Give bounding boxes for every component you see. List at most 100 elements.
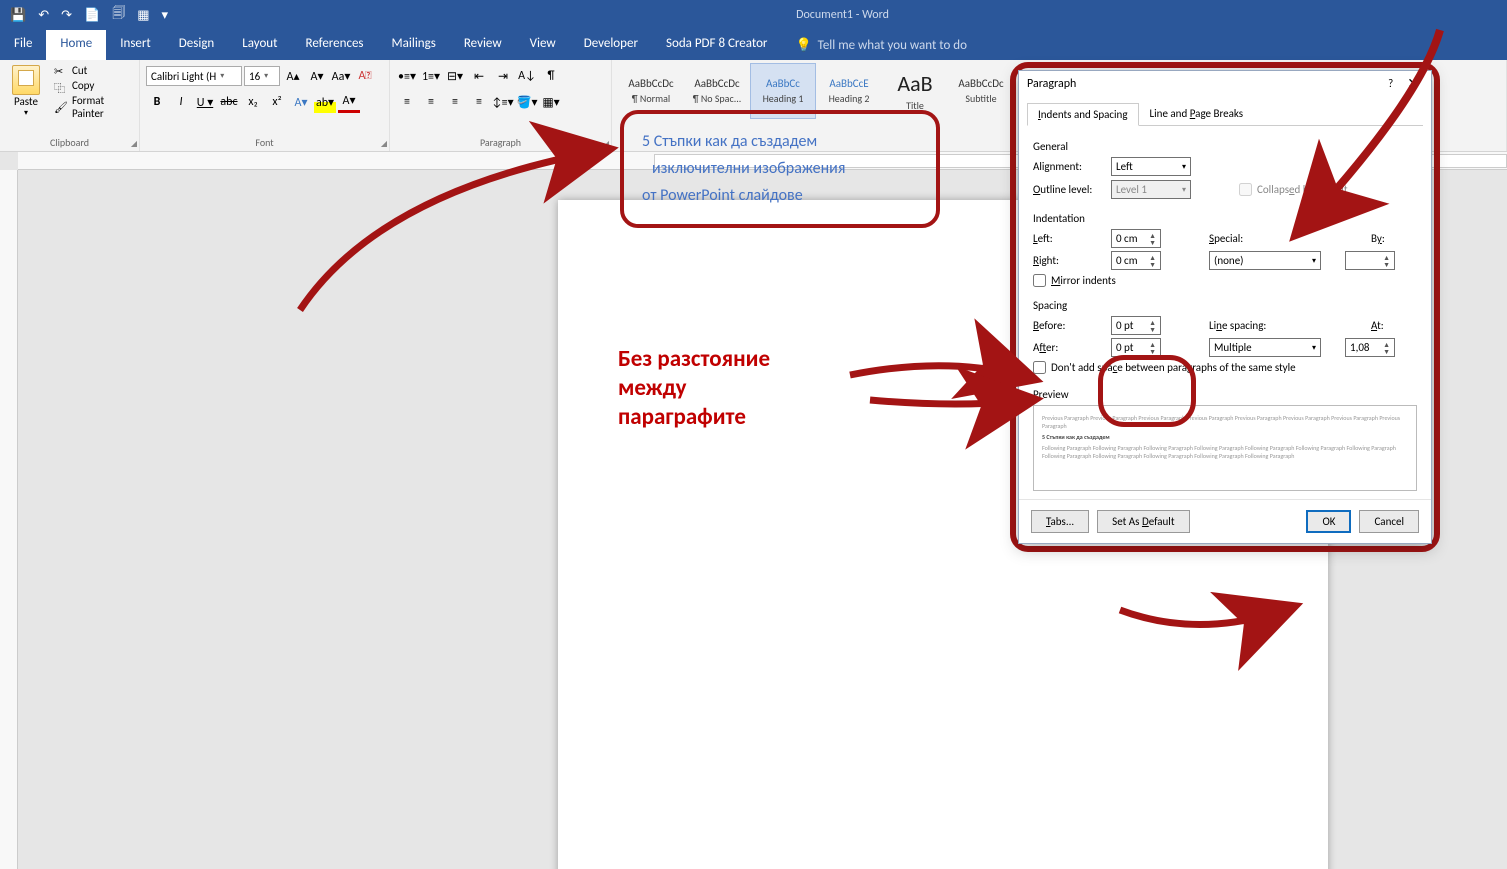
clear-format-icon[interactable]: A⃠: [354, 65, 376, 87]
font-color-icon[interactable]: A▾: [338, 91, 360, 113]
by-spin[interactable]: ▲▼: [1345, 251, 1395, 270]
close-icon[interactable]: ✕: [1403, 75, 1423, 92]
indent-right-label: Right:: [1033, 254, 1105, 267]
align-center-icon[interactable]: ≡: [420, 91, 442, 113]
justify-icon[interactable]: ≡: [468, 91, 490, 113]
doc-heading-line3: от PowerPoint слайдове: [642, 182, 918, 209]
shrink-font-icon[interactable]: A▾: [306, 65, 328, 87]
set-default-button[interactable]: Set As Default: [1097, 510, 1189, 533]
borders-icon[interactable]: ▦▾: [540, 91, 562, 113]
numbering-icon[interactable]: 1≡▾: [420, 65, 442, 87]
superscript-icon[interactable]: x²: [266, 91, 288, 113]
special-value: (none): [1214, 254, 1244, 267]
title-bar: 💾 ↶ ↷ 📄 🗐 ▦ ▾ Document1 - Word: [0, 0, 1507, 30]
copy-button[interactable]: ⿻Copy: [50, 78, 133, 93]
tab-layout[interactable]: Layout: [228, 30, 291, 60]
mirror-indents-checkbox[interactable]: Mirror indents: [1033, 274, 1417, 287]
align-right-icon[interactable]: ≡: [444, 91, 466, 113]
font-name-combo[interactable]: Calibri Light (H▾: [146, 66, 242, 86]
grow-font-icon[interactable]: A▴: [282, 65, 304, 87]
collapsed-checkbox[interactable]: Collapsed by default: [1239, 183, 1348, 196]
tab-file[interactable]: File: [0, 30, 46, 60]
line-spacing-value: Multiple: [1214, 341, 1252, 354]
align-left-icon[interactable]: ≡: [396, 91, 418, 113]
dont-add-label: Don't add space between paragraphs of th…: [1051, 361, 1296, 374]
redo-icon[interactable]: ↷: [61, 8, 72, 23]
tell-me[interactable]: 💡 Tell me what you want to do: [781, 30, 981, 60]
tab-indents-spacing[interactable]: Indents and Spacing: [1027, 103, 1139, 126]
section-general: General: [1033, 140, 1417, 153]
style-subtitle[interactable]: AaBbCcDcSubtitle: [948, 63, 1014, 119]
after-spin[interactable]: 0 pt▲▼: [1111, 338, 1161, 357]
shading-icon[interactable]: 🪣▾: [516, 91, 538, 113]
underline-icon[interactable]: U ▾: [194, 91, 216, 113]
before-spin[interactable]: 0 pt▲▼: [1111, 316, 1161, 335]
dont-add-space-checkbox[interactable]: Don't add space between paragraphs of th…: [1033, 361, 1417, 374]
after-value: 0 pt: [1116, 341, 1133, 354]
tab-references[interactable]: References: [292, 30, 378, 60]
vertical-ruler[interactable]: [0, 170, 18, 869]
bullets-icon[interactable]: •≡▾: [396, 65, 418, 87]
newdoc-icon[interactable]: 📄: [84, 8, 100, 23]
cut-button[interactable]: ✂Cut: [50, 63, 133, 78]
indent-left-spin[interactable]: 0 cm▲▼: [1111, 229, 1161, 248]
tab-view[interactable]: View: [516, 30, 570, 60]
doc-heading-line2: изключителни изображения: [642, 155, 918, 182]
preview-sample: 5 Стъпки как да създадем: [1042, 433, 1408, 441]
outline-select: Level 1▾: [1111, 180, 1191, 199]
style-name-label: Heading 1: [763, 92, 804, 105]
dialog-titlebar[interactable]: Paragraph ? ✕: [1019, 71, 1431, 96]
tab-review[interactable]: Review: [450, 30, 516, 60]
tab-mailings[interactable]: Mailings: [378, 30, 450, 60]
line-spacing-icon[interactable]: ↕≡▾: [492, 91, 514, 113]
alignment-select[interactable]: Left▾: [1111, 157, 1191, 176]
ribbon-tabs: File Home Insert Design Layout Reference…: [0, 30, 1507, 60]
sort-icon[interactable]: A↓: [516, 65, 538, 87]
at-spin[interactable]: 1,08▲▼: [1345, 338, 1395, 357]
save-icon[interactable]: 💾: [10, 8, 26, 23]
text-effects-icon[interactable]: A▾: [290, 91, 312, 113]
group-font-label: Font: [140, 134, 389, 151]
undo-icon[interactable]: ↶: [38, 8, 49, 23]
indent-right-spin[interactable]: 0 cm▲▼: [1111, 251, 1161, 270]
tab-sodapdf[interactable]: Soda PDF 8 Creator: [652, 30, 781, 60]
window-title: Document1 - Word: [178, 8, 1507, 22]
tab-insert[interactable]: Insert: [106, 30, 165, 60]
special-select[interactable]: (none)▾: [1209, 251, 1321, 270]
paragraph-launcher-icon[interactable]: ◢: [603, 139, 609, 149]
paste-label: Paste: [14, 95, 38, 108]
font-launcher-icon[interactable]: ◢: [381, 139, 387, 149]
font-size-combo[interactable]: 16▾: [244, 66, 280, 86]
table-icon[interactable]: ▦: [137, 8, 149, 23]
highlight-icon[interactable]: ab▾: [314, 91, 336, 113]
line-spacing-select[interactable]: Multiple▾: [1209, 338, 1321, 357]
tab-design[interactable]: Design: [165, 30, 228, 60]
tab-home[interactable]: Home: [46, 30, 106, 60]
tabs-button[interactable]: Tabs...: [1031, 510, 1089, 533]
format-painter-button[interactable]: 🖌Format Painter: [50, 93, 133, 121]
group-clipboard: Paste ▾ ✂Cut ⿻Copy 🖌Format Painter Clipb…: [0, 60, 140, 151]
multilevel-icon[interactable]: ⊟▾: [444, 65, 466, 87]
subscript-icon[interactable]: x₂: [242, 91, 264, 113]
tab-developer[interactable]: Developer: [570, 30, 652, 60]
cancel-button[interactable]: Cancel: [1359, 510, 1419, 533]
decrease-indent-icon[interactable]: ⇤: [468, 65, 490, 87]
style-name-label: ¶ Normal: [632, 92, 670, 105]
alignment-label: Alignment:: [1033, 160, 1105, 173]
increase-indent-icon[interactable]: ⇥: [492, 65, 514, 87]
printpreview-icon[interactable]: 🗐: [112, 4, 125, 26]
clipboard-launcher-icon[interactable]: ◢: [131, 139, 137, 149]
indent-right-value: 0 cm: [1116, 254, 1138, 267]
group-paragraph-label: Paragraph: [390, 134, 611, 151]
ok-button[interactable]: OK: [1306, 510, 1351, 533]
help-icon[interactable]: ?: [1388, 77, 1393, 90]
line-spacing-label: Line spacing:: [1209, 319, 1299, 332]
qat-more-icon[interactable]: ▾: [161, 8, 168, 23]
show-marks-icon[interactable]: ¶: [540, 65, 562, 87]
group-clipboard-label: Clipboard: [0, 134, 139, 151]
bold-icon[interactable]: B: [146, 91, 168, 113]
strike-icon[interactable]: abc: [218, 91, 240, 113]
tab-line-page-breaks[interactable]: Line and Page Breaks: [1139, 102, 1255, 125]
italic-icon[interactable]: I: [170, 91, 192, 113]
change-case-icon[interactable]: Aa▾: [330, 65, 352, 87]
